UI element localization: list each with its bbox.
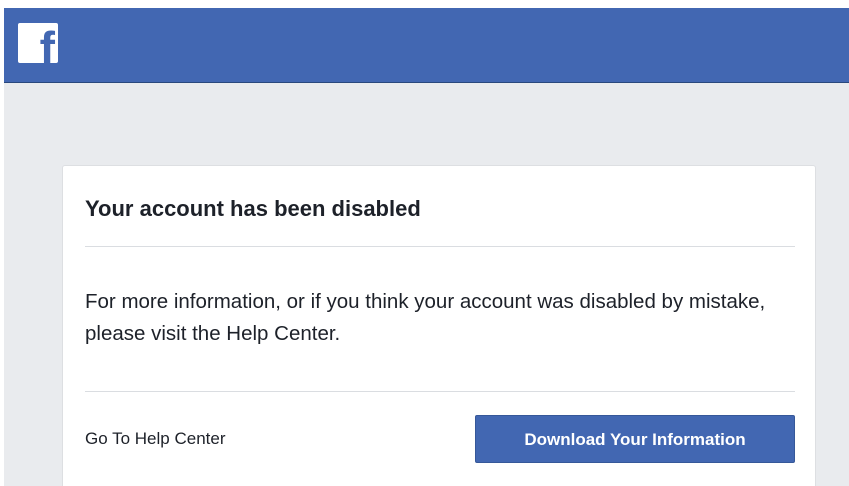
account-disabled-card: Your account has been disabled For more … <box>62 165 816 486</box>
card-title: Your account has been disabled <box>85 196 421 221</box>
facebook-logo-icon[interactable]: f <box>18 23 58 63</box>
page: f Your account has been disabled For mor… <box>4 8 849 486</box>
footer-divider <box>85 391 795 392</box>
help-center-link[interactable]: Go To Help Center <box>85 429 225 449</box>
facebook-logo-letter: f <box>39 23 55 63</box>
top-navigation-bar: f <box>4 8 849 83</box>
download-information-button[interactable]: Download Your Information <box>475 415 795 463</box>
title-divider <box>85 246 795 247</box>
card-message: For more information, or if you think yo… <box>85 290 766 345</box>
